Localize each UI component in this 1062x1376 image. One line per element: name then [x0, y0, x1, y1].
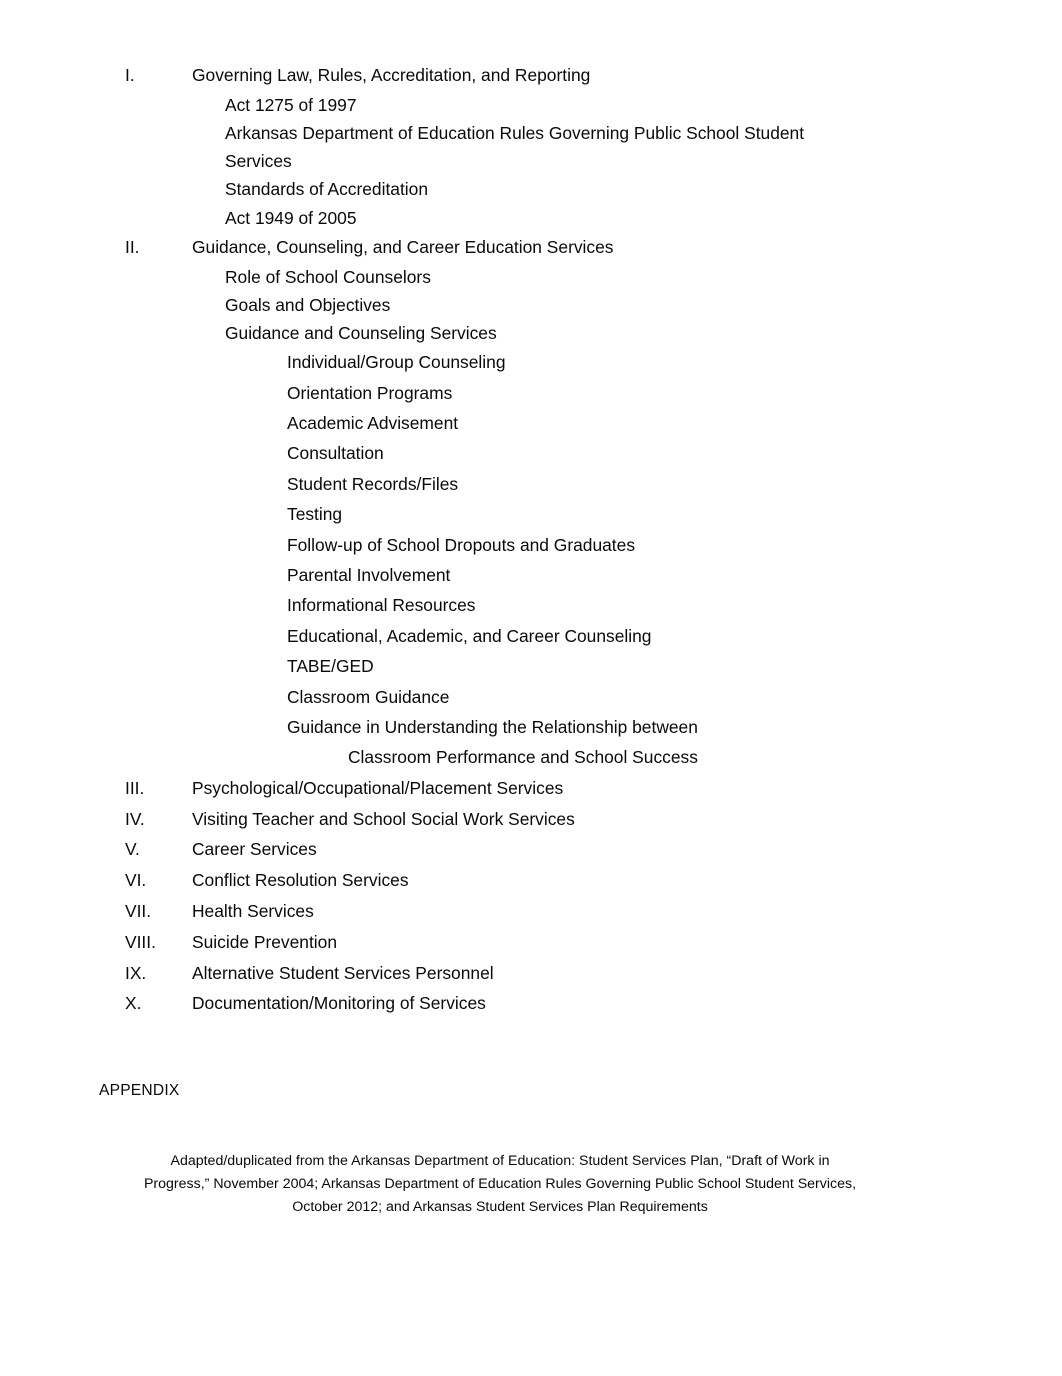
- toc-entry-label: Academic Advisement: [287, 413, 459, 433]
- toc-entry-label: Visiting Teacher and School Social Work …: [192, 808, 575, 829]
- toc-entry-level-1[interactable]: IX. Alternative Student Services Personne…: [0, 958, 1062, 989]
- toc-entry-level-2[interactable]: Arkansas Department of Education Rules G…: [0, 119, 1062, 171]
- toc-entry-level-1[interactable]: IV. Visiting Teacher and School Social Wo…: [0, 804, 1062, 835]
- toc-entry-label: Guidance, Counseling, and Career Educati…: [192, 236, 614, 257]
- toc-entry-label: TABE/GED: [287, 656, 374, 677]
- toc-entry-level-3[interactable]: Guidance in Understanding the Relationsh…: [0, 712, 1062, 742]
- toc-entry-label: Psychological/Occupational/Placement Ser…: [192, 777, 564, 798]
- toc-entry-number: IX.: [125, 962, 147, 983]
- appendix-heading: APPENDIX: [99, 1082, 180, 1099]
- toc-entry-level-2[interactable]: Guidance and Counseling Services: [0, 319, 1062, 347]
- toc-entry-label: Individual/Group Counseling: [287, 352, 506, 373]
- toc-entry-number: V.: [125, 839, 140, 860]
- toc-entry-level-1[interactable]: VI. Conflict Resolution Services: [0, 865, 1062, 896]
- toc-entry-label: Educational, Academic, and Career Counse…: [287, 625, 652, 646]
- toc-entry-label: Classroom Guidance: [287, 686, 450, 707]
- toc-entry-label: Guidance in Understanding the Relationsh…: [287, 717, 698, 737]
- toc-entry-label: Guidance and Counseling Services: [225, 323, 497, 343]
- toc-entry-number: IV.: [125, 808, 145, 829]
- toc-entry-label: Governing Law, Rules, Accreditation, and…: [192, 65, 591, 85]
- toc-entry-level-4[interactable]: Classroom Performance and School Success: [0, 742, 1062, 772]
- toc-entry-level-3[interactable]: Follow-up of School Dropouts and Graduat…: [0, 530, 1062, 560]
- toc-entry-number: III.: [125, 777, 145, 798]
- toc-entry-number: X.: [125, 993, 142, 1014]
- attribution-line: Progress,” November 2004; Arkansas Depar…: [143, 1176, 857, 1193]
- toc-entry-level-2[interactable]: Act 1275 of 1997: [0, 91, 1062, 119]
- toc-entry-label: Follow-up of School Dropouts and Graduat…: [287, 534, 636, 555]
- toc-entry-level-1[interactable]: V. Career Services: [0, 834, 1062, 865]
- toc-entry-label: Informational Resources: [287, 595, 476, 616]
- toc-entry-label: Health Services: [192, 901, 314, 921]
- toc-entry-number: VIII.: [125, 931, 156, 952]
- toc-entry-label: Parental Involvement: [287, 565, 451, 585]
- toc-entry-label: Consultation: [287, 443, 384, 464]
- toc-entry-label: Suicide Prevention: [192, 931, 338, 952]
- toc-entry-label: Student Records/Files: [287, 473, 459, 494]
- attribution-line: Adapted/duplicated from the Arkansas Dep…: [170, 1153, 830, 1169]
- toc-entry-number: I.: [125, 65, 135, 85]
- toc-entry-level-1[interactable]: VIII. Suicide Prevention: [0, 927, 1062, 958]
- toc-entry-level-2[interactable]: Standards of Accreditation: [0, 175, 1062, 203]
- toc-entry-label: Career Services: [192, 839, 317, 860]
- toc-entry-level-2[interactable]: Role of School Counselors: [0, 263, 1062, 291]
- toc-entry-label: Role of School Counselors: [225, 266, 431, 287]
- toc-entry-level-1[interactable]: II. Guidance, Counseling, and Career Educ…: [0, 232, 1062, 263]
- toc-entry-level-1[interactable]: X. Documentation/Monitoring of Services: [0, 988, 1062, 1019]
- toc-entry-level-3[interactable]: Educational, Academic, and Career Counse…: [0, 621, 1062, 651]
- toc-entry-level-1[interactable]: I. Governing Law, Rules, Accreditation, a…: [0, 60, 1062, 91]
- toc-entry-label: Act 1949 of 2005: [225, 207, 357, 228]
- toc-entry-level-3[interactable]: Informational Resources: [0, 590, 1062, 620]
- toc-entry-label: Act 1275 of 1997: [225, 94, 357, 115]
- toc-entry-label: Standards of Accreditation: [225, 179, 429, 200]
- toc-entry-label: Goals and Objectives: [225, 294, 391, 315]
- toc-entry-level-3[interactable]: Classroom Guidance: [0, 682, 1062, 712]
- document-page: I. Governing Law, Rules, Accreditation, a…: [0, 0, 1062, 1376]
- toc-entry-level-3[interactable]: Testing: [0, 499, 1062, 529]
- toc-entry-label: Documentation/Monitoring of Services: [192, 993, 486, 1014]
- toc-entry-level-3[interactable]: Student Records/Files: [0, 469, 1062, 499]
- toc-entry-label: Orientation Programs: [287, 382, 453, 403]
- attribution-line: October 2012; and Arkansas Student Servi…: [292, 1199, 708, 1216]
- toc-entry-level-3[interactable]: TABE/GED: [0, 651, 1062, 681]
- toc-entry-level-3[interactable]: Academic Advisement: [0, 408, 1062, 438]
- toc-entry-level-2[interactable]: Goals and Objectives: [0, 291, 1062, 319]
- toc-entry-level-1[interactable]: VII. Health Services: [0, 896, 1062, 927]
- toc-entry-level-1[interactable]: III. Psychological/Occupational/Placement…: [0, 773, 1062, 804]
- toc-entry-level-2[interactable]: Act 1949 of 2005: [0, 204, 1062, 232]
- toc-entry-number: VII.: [125, 901, 152, 921]
- toc-entry-level-3[interactable]: Orientation Programs: [0, 378, 1062, 408]
- toc-entry-label: Testing: [287, 504, 343, 525]
- toc-entry-label: Conflict Resolution Services: [192, 870, 409, 891]
- toc-entry-level-3[interactable]: Consultation: [0, 438, 1062, 468]
- toc-entry-label: Classroom Performance and School Success: [348, 747, 698, 768]
- toc-entry-number: II.: [125, 236, 140, 257]
- toc-entry-label: Alternative Student Services Personnel: [192, 962, 494, 983]
- toc-entry-label: Arkansas Department of Education Rules G…: [225, 123, 805, 172]
- toc-entry-number: VI.: [125, 870, 147, 891]
- toc-entry-level-3[interactable]: Parental Involvement: [0, 560, 1062, 590]
- toc-entry-level-3[interactable]: Individual/Group Counseling: [0, 347, 1062, 377]
- source-attribution-note: Adapted/duplicated from the Arkansas Dep…: [99, 1150, 901, 1220]
